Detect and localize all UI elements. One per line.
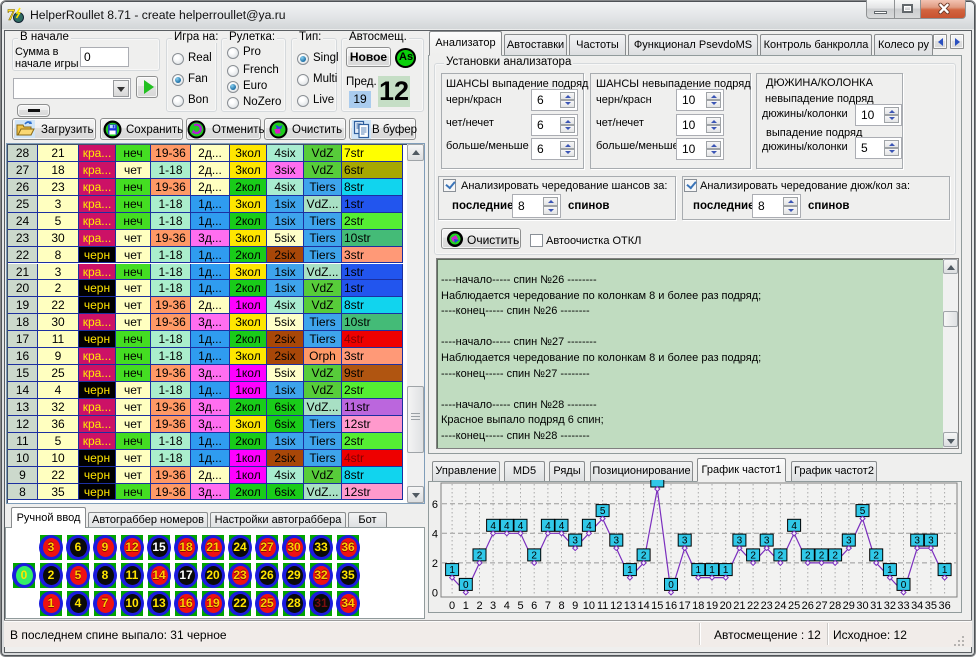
svg-text:0: 0 [463,580,469,591]
svg-text:1: 1 [696,565,702,576]
svg-text:2: 2 [432,558,438,570]
svg-text:34: 34 [911,600,923,612]
svg-text:32: 32 [884,600,896,612]
svg-text:2: 2 [476,600,482,612]
svg-text:3: 3 [737,536,743,547]
svg-text:4: 4 [490,521,496,532]
svg-text:5: 5 [860,506,866,517]
svg-text:18: 18 [692,600,704,612]
svg-text:2: 2 [477,550,483,561]
svg-text:0: 0 [901,580,907,591]
svg-text:4: 4 [559,521,565,532]
svg-text:31: 31 [870,600,882,612]
svg-text:2: 2 [750,550,756,561]
svg-text:13: 13 [624,600,636,612]
svg-text:6: 6 [432,499,438,511]
svg-text:2: 2 [641,550,647,561]
svg-text:28: 28 [829,600,841,612]
svg-text:3: 3 [764,536,770,547]
svg-text:20: 20 [720,600,732,612]
svg-text:23: 23 [761,600,773,612]
svg-text:30: 30 [856,600,868,612]
svg-text:27: 27 [815,600,827,612]
svg-text:17: 17 [679,600,691,612]
svg-text:3: 3 [846,536,852,547]
svg-text:26: 26 [802,600,814,612]
svg-text:12: 12 [610,600,622,612]
svg-text:7: 7 [545,600,551,612]
svg-text:4: 4 [518,521,524,532]
svg-text:5: 5 [517,600,523,612]
svg-text:1: 1 [723,565,729,576]
svg-text:11: 11 [597,600,608,612]
svg-text:0: 0 [668,580,674,591]
svg-text:14: 14 [637,600,649,612]
svg-text:1: 1 [627,565,633,576]
svg-text:29: 29 [843,600,855,612]
svg-text:15: 15 [651,600,663,612]
svg-text:1: 1 [463,600,469,612]
svg-text:21: 21 [733,600,745,612]
svg-text:3: 3 [682,536,688,547]
svg-text:4: 4 [545,521,551,532]
svg-text:36: 36 [938,600,950,612]
svg-text:0: 0 [449,600,455,612]
svg-text:4: 4 [791,521,797,532]
svg-text:24: 24 [774,600,786,612]
svg-text:8: 8 [558,600,564,612]
svg-text:2: 2 [873,550,879,561]
svg-text:33: 33 [897,600,909,612]
svg-text:22: 22 [747,600,759,612]
svg-text:1: 1 [449,565,455,576]
svg-text:2: 2 [832,550,838,561]
svg-text:3: 3 [572,536,578,547]
svg-text:2: 2 [819,550,825,561]
svg-text:2: 2 [778,550,784,561]
svg-text:25: 25 [788,600,800,612]
svg-text:2: 2 [805,550,811,561]
svg-text:6: 6 [531,600,537,612]
svg-text:16: 16 [665,600,677,612]
svg-text:19: 19 [706,600,718,612]
svg-text:4: 4 [504,521,510,532]
svg-text:1: 1 [709,565,715,576]
svg-text:2: 2 [531,550,537,561]
svg-text:1: 1 [942,565,948,576]
svg-text:4: 4 [504,600,510,612]
svg-text:5: 5 [600,506,606,517]
svg-text:10: 10 [583,600,595,612]
svg-text:9: 9 [572,600,578,612]
svg-text:3: 3 [614,536,620,547]
svg-text:1: 1 [887,565,893,576]
svg-text:0: 0 [432,587,438,599]
svg-text:4: 4 [432,528,438,540]
svg-text:3: 3 [914,536,920,547]
svg-text:3: 3 [928,536,934,547]
svg-text:4: 4 [586,521,592,532]
svg-text:3: 3 [490,600,496,612]
svg-text:35: 35 [925,600,937,612]
